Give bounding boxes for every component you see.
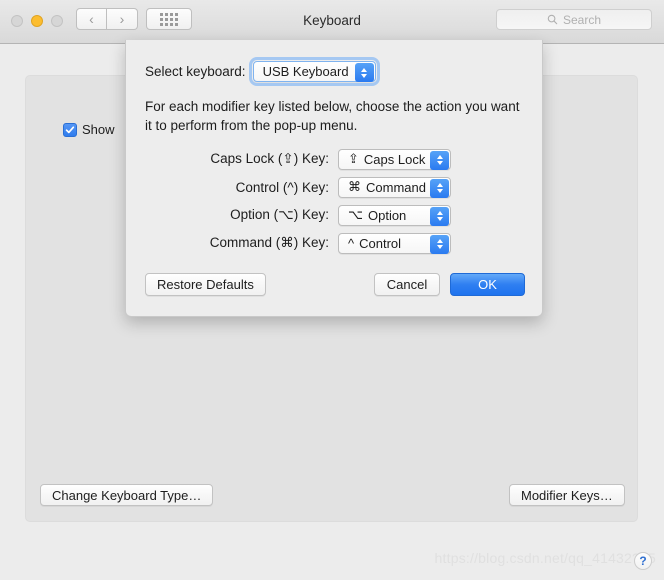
chevron-updown-icon <box>430 178 449 198</box>
modifier-row-option: Option (⌥) Key: ⌥ Option <box>126 201 544 229</box>
modifier-row-control: Control (^) Key: ⌘ Command <box>126 173 544 201</box>
option-glyph-icon: ⌥ <box>348 207 363 222</box>
dialog-description: For each modifier key listed below, choo… <box>145 99 520 133</box>
show-checkbox-row[interactable]: Show <box>63 122 115 137</box>
modifier-keys-button[interactable]: Modifier Keys… <box>509 484 625 506</box>
ok-button[interactable]: OK <box>450 273 525 296</box>
show-checkbox[interactable] <box>63 122 77 137</box>
dialog-button-bar: Restore Defaults Cancel OK <box>126 273 544 297</box>
restore-defaults-button[interactable]: Restore Defaults <box>145 273 266 296</box>
command-glyph-icon: ⌘ <box>348 179 361 194</box>
caps-lock-dropdown[interactable]: ⇪ Caps Lock <box>338 148 451 170</box>
option-label: Option (⌥) Key: <box>230 207 329 222</box>
option-dropdown[interactable]: ⌥ Option <box>338 204 451 226</box>
change-keyboard-type-button[interactable]: Change Keyboard Type… <box>40 484 214 506</box>
control-value: Command <box>366 179 426 195</box>
modifier-row-caps-lock: Caps Lock (⇪) Key: ⇪ Caps Lock <box>126 145 544 173</box>
select-keyboard-label: Select keyboard: <box>145 64 246 79</box>
cancel-button[interactable]: Cancel <box>374 273 440 296</box>
chevron-updown-icon <box>430 234 449 254</box>
modifier-keys-dialog: Select keyboard: USB Keyboard For each m… <box>125 40 543 317</box>
search-input[interactable]: Search <box>496 9 652 30</box>
help-button[interactable]: ? <box>634 552 652 570</box>
select-keyboard-value: USB Keyboard <box>262 64 349 79</box>
control-glyph-icon: ^ <box>348 235 355 251</box>
command-label: Command (⌘) Key: <box>209 235 329 250</box>
caps-lock-value: Caps Lock <box>363 151 426 167</box>
chevron-updown-icon <box>430 150 449 170</box>
modifier-row-command: Command (⌘) Key: ^ Control <box>126 229 544 257</box>
window-bottom-strip: https://blog.csdn.net/qq_41432?45 ? <box>0 533 664 580</box>
option-value: Option <box>367 207 407 223</box>
control-dropdown[interactable]: ⌘ Command <box>338 176 451 198</box>
search-icon <box>547 14 558 25</box>
command-value: Control <box>359 235 402 251</box>
command-dropdown[interactable]: ^ Control <box>338 232 451 254</box>
checkmark-icon <box>65 125 75 133</box>
select-keyboard-row: Select keyboard: USB Keyboard <box>145 57 380 86</box>
search-placeholder: Search <box>562 12 602 27</box>
chevron-updown-icon <box>430 206 449 226</box>
modifier-rows: Caps Lock (⇪) Key: ⇪ Caps Lock Control (… <box>126 145 544 257</box>
watermark-text: https://blog.csdn.net/qq_41432?45 <box>434 550 656 566</box>
window-titlebar: ‹ › Keyboard Search <box>0 0 664 44</box>
select-keyboard-dropdown[interactable]: USB Keyboard <box>248 57 380 86</box>
caps-lock-glyph-icon: ⇪ <box>348 151 359 166</box>
control-label: Control (^) Key: <box>235 179 329 195</box>
chevron-updown-icon <box>354 63 374 82</box>
show-checkbox-label: Show <box>82 122 115 137</box>
caps-lock-label: Caps Lock (⇪) Key: <box>210 151 329 166</box>
